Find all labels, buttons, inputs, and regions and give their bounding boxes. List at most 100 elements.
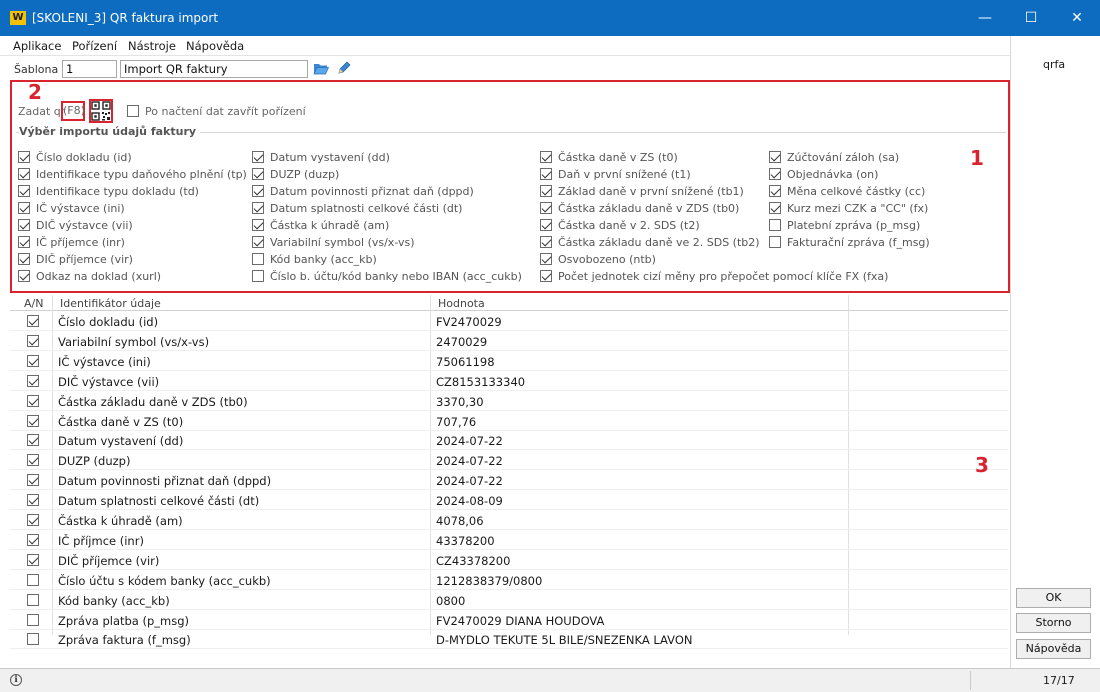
close-after-load-option[interactable]: Po načtení dat zavřít pořízení <box>127 105 306 118</box>
row-value[interactable]: D-MYDLO TEKUTE 5L BILE/SNEZENKA LAVON <box>436 633 693 647</box>
import-option-checkbox[interactable] <box>540 236 552 248</box>
row-value[interactable]: 707,76 <box>436 415 476 429</box>
row-value[interactable]: 2024-08-09 <box>436 494 503 508</box>
import-option[interactable]: Odkaz na doklad (xurl) <box>18 269 247 286</box>
import-option[interactable]: IČ výstavce (ini) <box>18 201 247 218</box>
table-row[interactable]: Částka k úhradě (am) 4078,06 <box>10 510 1008 530</box>
close-after-load-checkbox[interactable] <box>127 105 139 117</box>
import-option-checkbox[interactable] <box>18 185 30 197</box>
import-option-checkbox[interactable] <box>18 151 30 163</box>
row-checkbox[interactable] <box>27 354 39 367</box>
import-option-checkbox[interactable] <box>18 168 30 180</box>
table-row[interactable]: Variabilní symbol (vs/x-vs) 2470029 <box>10 331 1008 351</box>
template-number-field[interactable]: 1 <box>62 60 117 78</box>
import-option-checkbox[interactable] <box>18 236 30 248</box>
import-option-checkbox[interactable] <box>540 151 552 163</box>
table-row[interactable]: Datum povinnosti přiznat daň (dppd) 2024-… <box>10 470 1008 491</box>
table-row[interactable]: DIČ příjemce (vir) CZ43378200 <box>10 550 1008 570</box>
import-option-checkbox[interactable] <box>18 219 30 231</box>
import-option-checkbox[interactable] <box>540 168 552 180</box>
import-option-checkbox[interactable] <box>252 236 264 248</box>
close-window-button[interactable]: ✕ <box>1054 0 1100 36</box>
import-option-checkbox[interactable] <box>18 253 30 265</box>
import-option[interactable]: Počet jednotek cizí měny pro přepočet po… <box>540 269 888 286</box>
menu-aplikace[interactable]: Aplikace <box>13 39 61 53</box>
import-option[interactable]: Kurz mezi CZK a "CC" (fx) <box>769 201 930 218</box>
table-row[interactable]: Číslo dokladu (id) FV2470029 <box>10 311 1008 331</box>
row-value[interactable]: 75061198 <box>436 355 495 369</box>
row-value[interactable]: FV2470029 DIANA HOUDOVA <box>436 614 604 628</box>
import-option[interactable]: Číslo b. účtu/kód banky nebo IBAN (acc_c… <box>252 269 522 286</box>
header-an[interactable]: A/N <box>24 297 43 310</box>
row-checkbox[interactable] <box>27 315 39 327</box>
row-checkbox[interactable] <box>27 454 39 467</box>
f8-shortcut-button[interactable]: (F8) <box>61 101 85 121</box>
qr-code-icon[interactable] <box>89 99 113 123</box>
row-checkbox[interactable] <box>27 514 39 526</box>
import-option[interactable]: Objednávka (on) <box>769 167 930 184</box>
table-row[interactable]: IČ příjmce (inr) 43378200 <box>10 530 1008 550</box>
import-option[interactable]: DIČ výstavce (vii) <box>18 218 247 235</box>
row-checkbox[interactable] <box>27 334 39 347</box>
row-checkbox[interactable] <box>27 533 39 546</box>
import-option[interactable]: Měna celkové částky (cc) <box>769 184 930 201</box>
import-option[interactable]: Číslo dokladu (id) <box>18 150 247 167</box>
menu-porizeni[interactable]: Pořízení <box>72 39 117 53</box>
row-value[interactable]: 0800 <box>436 594 465 608</box>
table-row[interactable]: Datum vystavení (dd) 2024-07-22 <box>10 430 1008 451</box>
row-checkbox[interactable] <box>27 633 39 646</box>
table-row[interactable]: IČ výstavce (ini) 75061198 <box>10 351 1008 371</box>
import-option[interactable]: Platební zpráva (p_msg) <box>769 218 930 235</box>
row-value[interactable]: 2470029 <box>436 335 487 349</box>
import-option-checkbox[interactable] <box>540 202 552 214</box>
import-option-checkbox[interactable] <box>252 185 264 197</box>
import-option-checkbox[interactable] <box>769 202 781 214</box>
menu-napoveda[interactable]: Nápověda <box>186 39 244 53</box>
header-identifier[interactable]: Identifikátor údaje <box>60 297 161 310</box>
menu-nastroje[interactable]: Nástroje <box>128 39 176 53</box>
import-option[interactable]: DUZP (duzp) <box>252 167 522 184</box>
table-row[interactable]: DUZP (duzp) 2024-07-22 <box>10 450 1008 471</box>
row-value[interactable]: 2024-07-22 <box>436 474 503 488</box>
table-row[interactable]: Částka daně v ZS (t0) 707,76 <box>10 411 1008 431</box>
header-value[interactable]: Hodnota <box>438 297 485 310</box>
table-row[interactable]: Datum splatnosti celkové části (dt) 2024-… <box>10 490 1008 511</box>
template-name-field[interactable]: Import QR faktury <box>120 60 308 78</box>
row-value[interactable]: 43378200 <box>436 534 495 548</box>
maximize-button[interactable]: ☐ <box>1008 0 1054 36</box>
import-option[interactable]: Identifikace typu dokladu (td) <box>18 184 247 201</box>
import-option-checkbox[interactable] <box>540 270 552 282</box>
pencil-edit-icon[interactable] <box>337 61 351 75</box>
import-option-checkbox[interactable] <box>252 253 264 265</box>
row-value[interactable]: 4078,06 <box>436 514 484 528</box>
row-checkbox[interactable] <box>27 553 39 566</box>
import-option-checkbox[interactable] <box>252 168 264 180</box>
row-checkbox[interactable] <box>27 613 39 626</box>
import-option[interactable]: Kód banky (acc_kb) <box>252 252 522 269</box>
ok-button[interactable]: OK <box>1016 588 1091 608</box>
row-value[interactable]: FV2470029 <box>436 315 502 329</box>
import-option[interactable]: Částka k úhradě (am) <box>252 218 522 235</box>
import-option-checkbox[interactable] <box>252 151 264 163</box>
row-checkbox[interactable] <box>27 494 39 507</box>
folder-open-icon[interactable] <box>313 61 330 76</box>
import-option-checkbox[interactable] <box>18 270 30 282</box>
import-option-checkbox[interactable] <box>252 202 264 214</box>
help-button[interactable]: Nápověda <box>1016 639 1091 659</box>
minimize-button[interactable]: — <box>962 0 1008 36</box>
row-value[interactable]: 1212838379/0800 <box>436 574 542 588</box>
import-option-checkbox[interactable] <box>769 168 781 180</box>
import-option-checkbox[interactable] <box>540 219 552 231</box>
import-option[interactable]: Fakturační zpráva (f_msg) <box>769 235 930 252</box>
row-checkbox[interactable] <box>27 374 39 387</box>
import-option-checkbox[interactable] <box>18 202 30 214</box>
table-row[interactable]: Kód banky (acc_kb) 0800 <box>10 590 1008 610</box>
import-option-checkbox[interactable] <box>540 253 552 265</box>
storno-button[interactable]: Storno <box>1016 613 1091 633</box>
table-row[interactable]: Zpráva platba (p_msg) FV2470029 DIANA HOU… <box>10 610 1008 630</box>
import-option[interactable]: Osvobozeno (ntb) <box>540 252 888 269</box>
import-option-checkbox[interactable] <box>540 185 552 197</box>
table-row[interactable]: Číslo účtu s kódem banky (acc_cukb) 12128… <box>10 570 1008 590</box>
row-value[interactable]: 2024-07-22 <box>436 454 503 468</box>
table-row[interactable]: DIČ výstavce (vii) CZ8153133340 <box>10 371 1008 391</box>
